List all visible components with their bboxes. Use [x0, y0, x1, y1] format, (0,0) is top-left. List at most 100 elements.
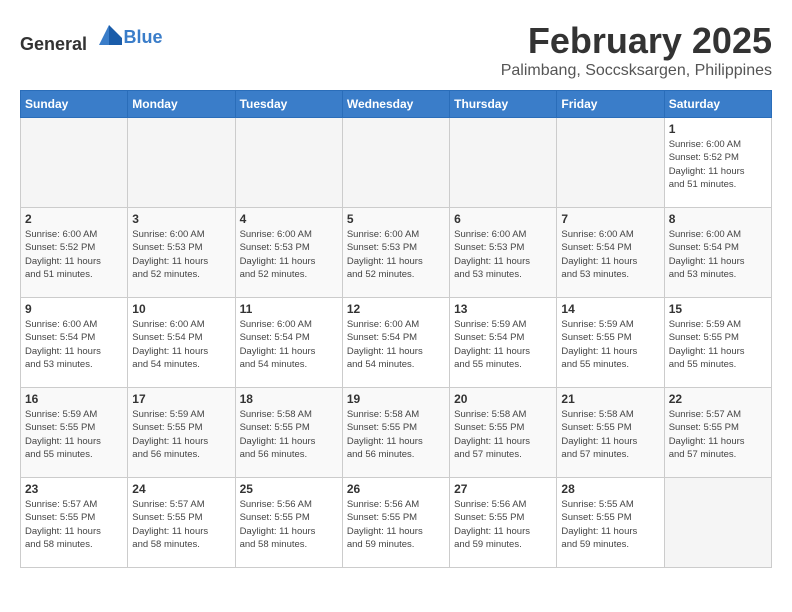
- day-header-saturday: Saturday: [664, 91, 771, 118]
- calendar-cell: 18 Sunrise: 5:58 AM Sunset: 5:55 PM Dayli…: [235, 388, 342, 478]
- calendar-cell: 8Sunrise: 6:00 AM Sunset: 5:54 PM Daylig…: [664, 208, 771, 298]
- day-number: 13: [454, 302, 552, 316]
- calendar-cell: 10 Sunrise: 6:00 AM Sunset: 5:54 PM Dayli…: [128, 298, 235, 388]
- day-number: 27: [454, 482, 552, 496]
- day-info: Sunrise: 5:58 AM Sunset: 5:55 PM Dayligh…: [454, 408, 552, 461]
- calendar-cell: 21 Sunrise: 5:58 AM Sunset: 5:55 PM Dayli…: [557, 388, 664, 478]
- calendar-cell: 4 Sunrise: 6:00 AM Sunset: 5:53 PM Daylig…: [235, 208, 342, 298]
- calendar-cell: 28 Sunrise: 5:55 AM Sunset: 5:55 PM Dayli…: [557, 478, 664, 568]
- calendar-cell: 2 Sunrise: 6:00 AM Sunset: 5:52 PM Daylig…: [21, 208, 128, 298]
- calendar-header-row: SundayMondayTuesdayWednesdayThursdayFrid…: [21, 91, 772, 118]
- day-header-wednesday: Wednesday: [342, 91, 449, 118]
- day-info: Sunrise: 5:59 AM Sunset: 5:55 PM Dayligh…: [25, 408, 123, 461]
- day-number: 10: [132, 302, 230, 316]
- day-number: 5: [347, 212, 445, 226]
- calendar-week-row: 16 Sunrise: 5:59 AM Sunset: 5:55 PM Dayli…: [21, 388, 772, 478]
- title-area: February 2025 Palimbang, Soccsksargen, P…: [501, 20, 772, 80]
- calendar-cell: 23Sunrise: 5:57 AM Sunset: 5:55 PM Dayli…: [21, 478, 128, 568]
- day-number: 6: [454, 212, 552, 226]
- day-number: 8: [669, 212, 767, 226]
- day-header-sunday: Sunday: [21, 91, 128, 118]
- calendar-cell: [557, 118, 664, 208]
- day-number: 26: [347, 482, 445, 496]
- day-number: 16: [25, 392, 123, 406]
- calendar-cell: 26 Sunrise: 5:56 AM Sunset: 5:55 PM Dayli…: [342, 478, 449, 568]
- calendar-cell: 12 Sunrise: 6:00 AM Sunset: 5:54 PM Dayli…: [342, 298, 449, 388]
- day-number: 12: [347, 302, 445, 316]
- day-info: Sunrise: 6:00 AM Sunset: 5:53 PM Dayligh…: [240, 228, 338, 281]
- day-number: 1: [669, 122, 767, 136]
- calendar-cell: 1 Sunrise: 6:00 AM Sunset: 5:52 PM Daylig…: [664, 118, 771, 208]
- day-number: 23: [25, 482, 123, 496]
- calendar-cell: 5 Sunrise: 6:00 AM Sunset: 5:53 PM Daylig…: [342, 208, 449, 298]
- day-number: 11: [240, 302, 338, 316]
- day-number: 24: [132, 482, 230, 496]
- calendar-cell: [450, 118, 557, 208]
- day-info: Sunrise: 5:59 AM Sunset: 5:55 PM Dayligh…: [669, 318, 767, 371]
- day-info: Sunrise: 5:56 AM Sunset: 5:55 PM Dayligh…: [240, 498, 338, 551]
- day-info: Sunrise: 6:00 AM Sunset: 5:53 PM Dayligh…: [347, 228, 445, 281]
- calendar-cell: 11 Sunrise: 6:00 AM Sunset: 5:54 PM Dayli…: [235, 298, 342, 388]
- header: General Blue February 2025 Palimbang, So…: [20, 20, 772, 80]
- logo: General Blue: [20, 20, 163, 55]
- day-header-tuesday: Tuesday: [235, 91, 342, 118]
- day-number: 19: [347, 392, 445, 406]
- day-number: 9: [25, 302, 123, 316]
- calendar-cell: 14Sunrise: 5:59 AM Sunset: 5:55 PM Dayli…: [557, 298, 664, 388]
- calendar-cell: [342, 118, 449, 208]
- day-number: 15: [669, 302, 767, 316]
- day-info: Sunrise: 5:59 AM Sunset: 5:55 PM Dayligh…: [561, 318, 659, 371]
- day-header-thursday: Thursday: [450, 91, 557, 118]
- day-info: Sunrise: 5:59 AM Sunset: 5:55 PM Dayligh…: [132, 408, 230, 461]
- calendar-cell: [21, 118, 128, 208]
- day-number: 20: [454, 392, 552, 406]
- day-info: Sunrise: 5:55 AM Sunset: 5:55 PM Dayligh…: [561, 498, 659, 551]
- day-number: 28: [561, 482, 659, 496]
- calendar-cell: 3 Sunrise: 6:00 AM Sunset: 5:53 PM Daylig…: [128, 208, 235, 298]
- logo-general-text: General: [20, 34, 87, 54]
- calendar-week-row: 23 Sunrise: 5:57 AM Sunset: 5:55 PM Dayli…: [21, 478, 772, 568]
- calendar-cell: 13 Sunrise: 5:59 AM Sunset: 5:54 PM Dayli…: [450, 298, 557, 388]
- calendar-cell: 25Sunrise: 5:56 AM Sunset: 5:55 PM Dayli…: [235, 478, 342, 568]
- day-info: Sunrise: 5:56 AM Sunset: 5:55 PM Dayligh…: [454, 498, 552, 551]
- logo-blue-text: Blue: [124, 27, 163, 47]
- calendar-cell: 24 Sunrise: 5:57 AM Sunset: 5:55 PM Dayli…: [128, 478, 235, 568]
- day-info: Sunrise: 6:00 AM Sunset: 5:53 PM Dayligh…: [132, 228, 230, 281]
- calendar-cell: 19 Sunrise: 5:58 AM Sunset: 5:55 PM Dayli…: [342, 388, 449, 478]
- calendar-week-row: 2 Sunrise: 6:00 AM Sunset: 5:52 PM Daylig…: [21, 208, 772, 298]
- day-number: 18: [240, 392, 338, 406]
- day-info: Sunrise: 6:00 AM Sunset: 5:52 PM Dayligh…: [669, 138, 767, 191]
- day-header-friday: Friday: [557, 91, 664, 118]
- calendar-week-row: 9 Sunrise: 6:00 AM Sunset: 5:54 PM Daylig…: [21, 298, 772, 388]
- logo-icon: [94, 20, 124, 50]
- day-info: Sunrise: 6:00 AM Sunset: 5:53 PM Dayligh…: [454, 228, 552, 281]
- calendar-cell: 20 Sunrise: 5:58 AM Sunset: 5:55 PM Dayli…: [450, 388, 557, 478]
- day-info: Sunrise: 5:58 AM Sunset: 5:55 PM Dayligh…: [240, 408, 338, 461]
- calendar-cell: 15 Sunrise: 5:59 AM Sunset: 5:55 PM Dayli…: [664, 298, 771, 388]
- calendar-subtitle: Palimbang, Soccsksargen, Philippines: [501, 62, 772, 80]
- day-info: Sunrise: 6:00 AM Sunset: 5:54 PM Dayligh…: [240, 318, 338, 371]
- day-number: 21: [561, 392, 659, 406]
- day-number: 4: [240, 212, 338, 226]
- calendar-week-row: 1 Sunrise: 6:00 AM Sunset: 5:52 PM Daylig…: [21, 118, 772, 208]
- day-number: 22: [669, 392, 767, 406]
- day-info: Sunrise: 5:58 AM Sunset: 5:55 PM Dayligh…: [561, 408, 659, 461]
- day-number: 3: [132, 212, 230, 226]
- day-header-monday: Monday: [128, 91, 235, 118]
- day-info: Sunrise: 5:58 AM Sunset: 5:55 PM Dayligh…: [347, 408, 445, 461]
- calendar-cell: 17Sunrise: 5:59 AM Sunset: 5:55 PM Dayli…: [128, 388, 235, 478]
- calendar-cell: [664, 478, 771, 568]
- day-info: Sunrise: 5:59 AM Sunset: 5:54 PM Dayligh…: [454, 318, 552, 371]
- day-info: Sunrise: 6:00 AM Sunset: 5:52 PM Dayligh…: [25, 228, 123, 281]
- day-info: Sunrise: 6:00 AM Sunset: 5:54 PM Dayligh…: [132, 318, 230, 371]
- day-info: Sunrise: 5:56 AM Sunset: 5:55 PM Dayligh…: [347, 498, 445, 551]
- day-info: Sunrise: 5:57 AM Sunset: 5:55 PM Dayligh…: [132, 498, 230, 551]
- day-number: 2: [25, 212, 123, 226]
- calendar-cell: 16 Sunrise: 5:59 AM Sunset: 5:55 PM Dayli…: [21, 388, 128, 478]
- calendar-cell: 22 Sunrise: 5:57 AM Sunset: 5:55 PM Dayli…: [664, 388, 771, 478]
- calendar-cell: 9 Sunrise: 6:00 AM Sunset: 5:54 PM Daylig…: [21, 298, 128, 388]
- day-info: Sunrise: 6:00 AM Sunset: 5:54 PM Dayligh…: [347, 318, 445, 371]
- day-info: Sunrise: 6:00 AM Sunset: 5:54 PM Dayligh…: [25, 318, 123, 371]
- day-info: Sunrise: 5:57 AM Sunset: 5:55 PM Dayligh…: [669, 408, 767, 461]
- calendar-cell: [235, 118, 342, 208]
